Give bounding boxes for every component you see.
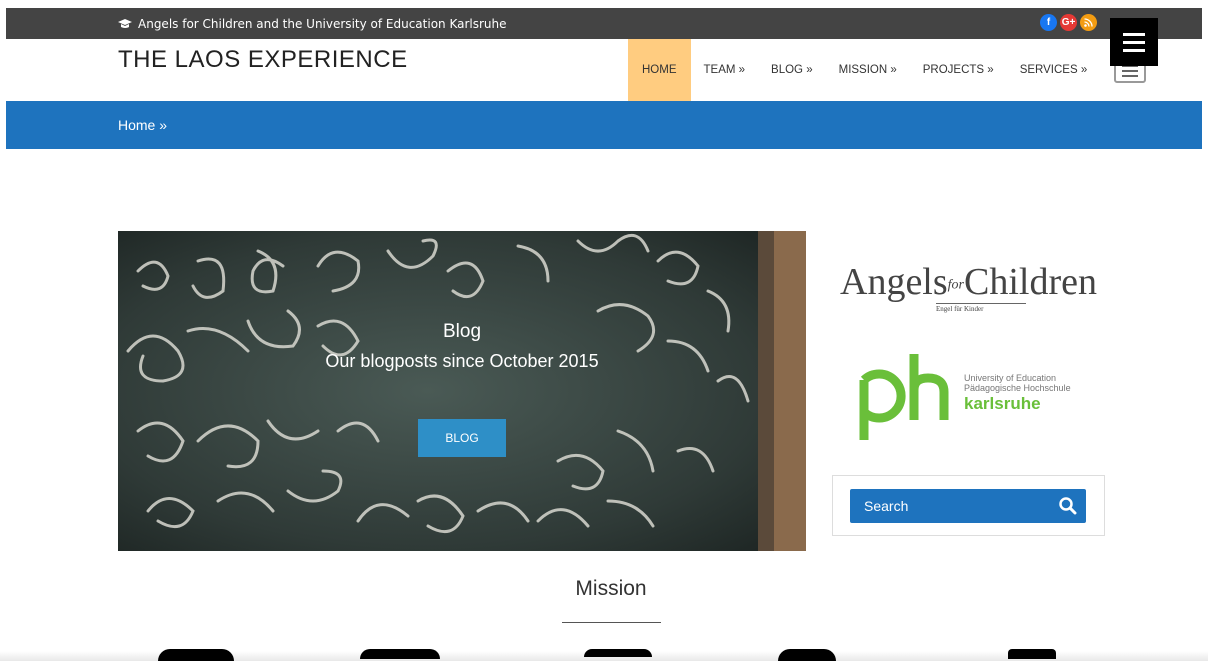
breadcrumb[interactable]: Home » — [118, 101, 167, 149]
angels-logo-text: AngelsforChildren — [840, 260, 1097, 304]
search-bar — [850, 489, 1086, 523]
search-widget — [832, 475, 1105, 536]
ph-line-english: University of Education — [964, 373, 1057, 383]
mission-heading: Mission — [575, 577, 647, 600]
book-icon — [1008, 649, 1056, 659]
menu-bar-icon — [1123, 32, 1145, 36]
for-word: for — [947, 277, 964, 293]
share-icon — [360, 649, 440, 659]
children-word: Children — [964, 261, 1097, 303]
breadcrumb-bar: Home » — [6, 101, 1202, 149]
tagline-text: Angels for Children and the University o… — [138, 16, 507, 31]
graduation-cap-icon — [118, 18, 132, 28]
ph-city: karlsruhe — [964, 394, 1041, 413]
main-nav: HOME TEAM » BLOG » MISSION » PROJECTS » … — [628, 39, 1100, 101]
ph-line-german: Pädagogische Hochschule — [964, 383, 1071, 393]
social-links: f G+ — [1040, 14, 1097, 31]
hero-subtitle: Our blogposts since October 2015 — [325, 351, 599, 371]
angels-for-children-logo[interactable]: AngelsforChildren Engel für Kinder — [840, 260, 1110, 316]
nav-blog[interactable]: BLOG » — [758, 39, 826, 101]
hero-title: Blog — [442, 321, 482, 342]
facebook-icon[interactable]: f — [1040, 14, 1057, 31]
search-input[interactable] — [850, 489, 1050, 523]
menu-toggle-button[interactable] — [1110, 18, 1158, 66]
ph-mark-icon — [859, 354, 949, 440]
search-icon[interactable] — [1058, 496, 1078, 516]
education-icon — [584, 649, 652, 657]
site-title[interactable]: THE LAOS EXPERIENCE — [118, 46, 408, 74]
topbar-tagline: Angels for Children and the University o… — [118, 8, 507, 39]
nav-projects[interactable]: PROJECTS » — [910, 39, 1007, 101]
nav-mission[interactable]: MISSION » — [826, 39, 910, 101]
globe-icon — [778, 649, 836, 661]
angels-tagline: Engel für Kinder — [936, 303, 1026, 313]
ph-karlsruhe-logo[interactable]: University of Education Pädagogische Hoc… — [858, 350, 1088, 442]
chalkboard-image — [118, 231, 806, 551]
menu-bar-icon — [1123, 48, 1145, 52]
hero-slide: Blog Our blogposts since October 2015 BL… — [118, 231, 806, 551]
site-header: THE LAOS EXPERIENCE HOME TEAM » BLOG » M… — [6, 39, 1202, 101]
top-bar: Angels for Children and the University o… — [6, 8, 1202, 39]
nav-team[interactable]: TEAM » — [691, 39, 759, 101]
rss-icon[interactable] — [1080, 14, 1097, 31]
ph-institution-name: University of Education Pädagogische Hoc… — [964, 373, 1071, 393]
rss-glyph — [1084, 18, 1093, 27]
blog-button[interactable]: BLOG — [418, 419, 506, 457]
group-icon — [158, 649, 234, 661]
nav-services[interactable]: SERVICES » — [1007, 39, 1101, 101]
nav-home[interactable]: HOME — [628, 39, 691, 101]
angels-word: Angels — [840, 261, 948, 303]
google-plus-icon[interactable]: G+ — [1060, 14, 1077, 31]
menu-bar-icon — [1123, 40, 1145, 44]
mission-divider — [562, 622, 661, 623]
